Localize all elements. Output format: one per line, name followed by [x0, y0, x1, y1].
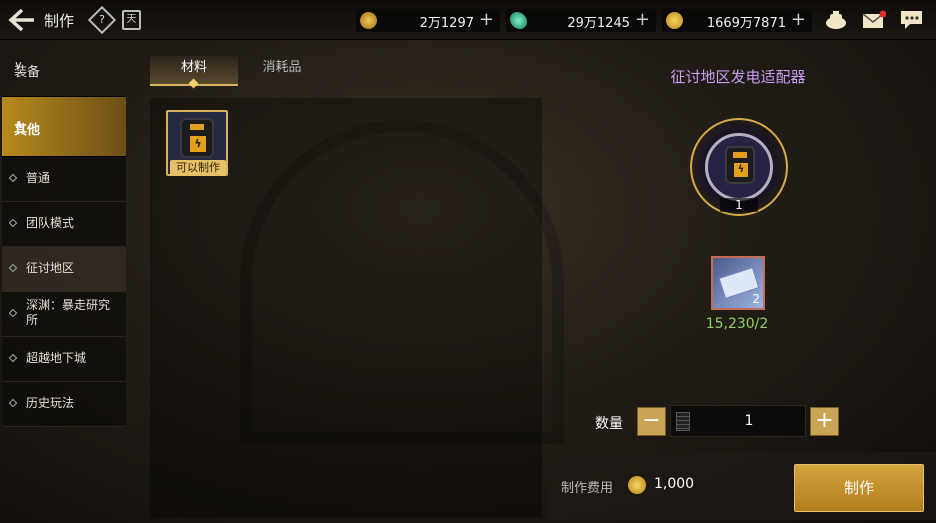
decrease-quantity-button[interactable]: −: [637, 407, 666, 436]
currency-gold-c: 2万1297 +: [356, 9, 500, 32]
quantity-input[interactable]: 1: [670, 405, 806, 437]
page-title: 制作: [44, 12, 75, 30]
result-item-slot: ϟ: [705, 133, 773, 201]
pot-icon[interactable]: [824, 10, 846, 30]
category-equipment[interactable]: 装备 ∨: [2, 42, 126, 97]
sidebar-item-label: 深渊：暴走研究所: [26, 298, 111, 327]
diamond-bullet-icon: [8, 263, 18, 273]
tab-consumables[interactable]: 消耗品: [238, 56, 326, 86]
quantity-label: 数量: [595, 416, 623, 432]
chat-icon[interactable]: [900, 10, 922, 30]
green-crystal-icon: [510, 12, 527, 29]
sidebar-item-label: 历史玩法: [26, 396, 75, 410]
sidebar-item-team-mode[interactable]: 团队模式: [2, 202, 126, 247]
calculator-icon[interactable]: [676, 412, 690, 431]
increase-quantity-button[interactable]: +: [810, 407, 839, 436]
chevron-down-icon: ∨: [14, 58, 23, 72]
add-currency-button[interactable]: +: [479, 9, 494, 31]
gold-coin-icon: [666, 12, 683, 29]
item-slot-adapter[interactable]: ϟ 可以制作: [166, 110, 228, 176]
calendar-icon[interactable]: 天: [122, 10, 141, 30]
top-bar: 制作 ? 天 2万1297 + 29万1245 + 1669万7871 +: [0, 0, 936, 40]
make-button[interactable]: 制作: [794, 464, 924, 512]
gold-coin-icon: [628, 476, 646, 494]
diamond-bullet-icon: [8, 173, 18, 183]
mail-icon[interactable]: [862, 10, 887, 30]
gold-c-coin-icon: [360, 12, 377, 29]
item-name: 征讨地区发电适配器: [670, 68, 806, 86]
sidebar-item-history[interactable]: 历史玩法: [2, 382, 126, 427]
currency-value: 29万1245: [567, 16, 630, 31]
craft-cost-value: 1,000: [654, 476, 695, 492]
category-other[interactable]: 其他 ∧: [2, 97, 126, 157]
add-currency-button[interactable]: +: [635, 9, 650, 31]
diamond-bullet-icon: [8, 308, 18, 318]
chevron-up-icon: ∧: [14, 117, 24, 131]
diamond-bullet-icon: [8, 218, 18, 228]
help-icon[interactable]: ?: [87, 5, 117, 35]
currency-crystal: 29万1245 +: [506, 9, 656, 32]
material-slot[interactable]: 2: [711, 256, 765, 310]
tab-materials[interactable]: 材料: [150, 56, 238, 89]
sidebar-item-label: 团队模式: [26, 216, 75, 230]
currency-gold: 1669万7871 +: [662, 9, 812, 32]
add-currency-button[interactable]: +: [791, 9, 806, 31]
sidebar-item-label: 超越地下城: [26, 351, 87, 365]
tab-label: 材料: [180, 60, 207, 75]
sidebar-item-normal[interactable]: 普通: [2, 157, 126, 202]
quantity-value: 1: [744, 413, 754, 429]
material-count: 2: [752, 292, 760, 306]
back-arrow-icon[interactable]: [8, 7, 38, 33]
sidebar-item-abyss-lab[interactable]: 深渊：暴走研究所: [2, 292, 126, 337]
currency-value: 2万1297: [419, 16, 474, 31]
sidebar-item-conquest-area[interactable]: 征讨地区: [2, 247, 126, 292]
sidebar-item-label: 征讨地区: [26, 261, 75, 275]
sidebar-item-transcend-dungeon[interactable]: 超越地下城: [2, 337, 126, 382]
tab-label: 消耗品: [262, 60, 302, 75]
category-sidebar: 装备 ∨ 其他 ∧ 普通 团队模式 征讨地区 深渊：暴走研究所 超越地下城 历史…: [2, 42, 126, 427]
sidebar-item-label: 普通: [26, 171, 51, 185]
result-count: 1: [720, 198, 758, 212]
power-adapter-icon: ϟ: [180, 118, 214, 158]
craftable-badge: 可以制作: [170, 160, 226, 176]
craft-cost-label: 制作费用: [561, 481, 614, 496]
diamond-bullet-icon: [8, 353, 18, 363]
power-adapter-icon: ϟ: [725, 146, 755, 184]
diamond-bullet-icon: [8, 398, 18, 408]
currency-value: 1669万7871: [706, 16, 786, 31]
material-owned-required: 15,230/2: [705, 316, 769, 332]
